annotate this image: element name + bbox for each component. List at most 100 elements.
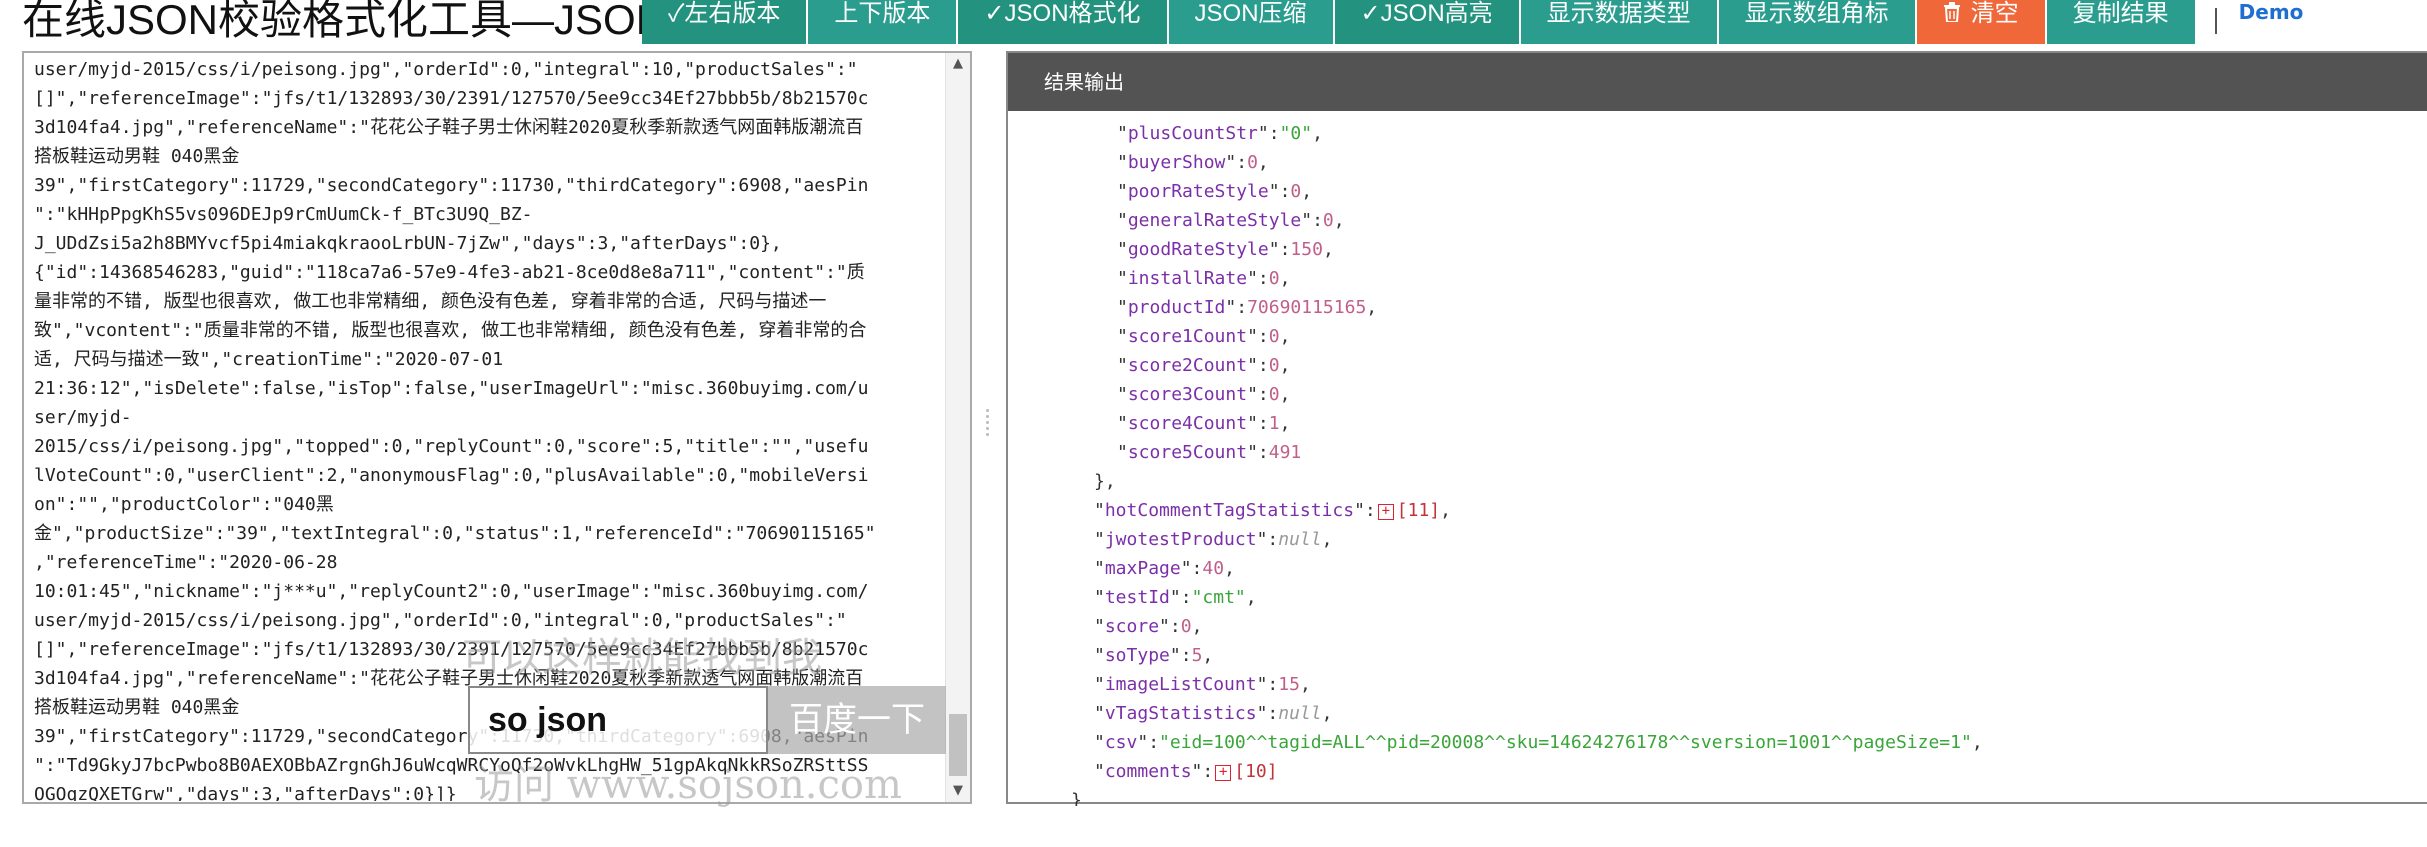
demo-link[interactable]: Demo xyxy=(2239,0,2304,44)
plus-square-icon[interactable]: + xyxy=(1377,504,1394,520)
json-key: score1Count xyxy=(1127,326,1248,347)
json-colon: ": xyxy=(1159,616,1181,637)
json-comma: , xyxy=(1279,326,1291,347)
input-line: ser/myjd- xyxy=(34,407,132,428)
json-value: 40 xyxy=(1202,558,1225,579)
json-colon: ": xyxy=(1180,558,1203,579)
input-line: 2015/css/i/peisong.jpg","topped":0,"repl… xyxy=(34,436,869,457)
json-comma: , xyxy=(1257,152,1269,173)
json-key: score4Count xyxy=(1127,413,1248,434)
json-value: 0 xyxy=(1268,326,1280,347)
json-line: "score4Count":1, xyxy=(1117,409,1290,438)
input-line: 适, 尺码与描述一致","creationTime":"2020-07-01 xyxy=(34,349,504,370)
json-line: "soType":5, xyxy=(1094,641,1213,670)
json-highlight-button[interactable]: ✓JSON高亮 xyxy=(1334,0,1521,44)
json-comma: , xyxy=(1202,645,1214,666)
json-comma: , xyxy=(1224,558,1235,579)
json-colon: ": xyxy=(1169,645,1192,666)
json-comma: , xyxy=(1279,268,1291,289)
copy-result-button[interactable]: 复制结果 xyxy=(2046,0,2197,44)
plus-square-icon[interactable]: + xyxy=(1215,765,1232,781)
json-colon: ": xyxy=(1256,674,1279,695)
json-key: generalRateStyle xyxy=(1127,210,1302,231)
json-key: soType xyxy=(1104,645,1170,666)
json-key: csv xyxy=(1104,732,1138,753)
json-key: goodRateStyle xyxy=(1127,239,1269,260)
json-value: "eid=100^^tagid=ALL^^pid=20008^^sku=1462… xyxy=(1159,732,1972,753)
json-line: "score3Count":0, xyxy=(1117,380,1290,409)
toolbar-divider xyxy=(2214,8,2217,34)
json-line: "score2Count":0, xyxy=(1117,351,1290,380)
json-value: 150 xyxy=(1290,239,1323,260)
json-value: [10] xyxy=(1234,761,1278,782)
show-data-type-button[interactable]: 显示数据类型 xyxy=(1520,0,1719,44)
input-line: 10:01:45","nickname":"j***u","replyCount… xyxy=(34,581,869,602)
json-value: "0" xyxy=(1279,123,1313,144)
page-title: 在线JSON校验格式化工具—JSON xyxy=(22,0,667,43)
result-panel: 结果输出 "plusCountStr":"0", "buyerShow":0, "p… xyxy=(1006,51,2427,806)
json-colon: ": xyxy=(1247,355,1269,376)
json-quote: " xyxy=(1094,587,1105,608)
json-colon: ": xyxy=(1247,413,1269,434)
pane-splitter[interactable] xyxy=(984,406,990,446)
json-quote: " xyxy=(1117,355,1128,376)
json-comma: , xyxy=(1971,732,1983,753)
json-quote: " xyxy=(1117,297,1128,318)
watermark-url: 访问 www.sojson.com xyxy=(474,762,902,808)
scroll-down-icon[interactable]: ▼ xyxy=(946,780,970,802)
input-line: lVoteCount":0,"userClient":2,"anonymousF… xyxy=(34,465,869,486)
json-value: 1 xyxy=(1268,413,1280,434)
json-line: "plusCountStr":"0", xyxy=(1117,119,1323,148)
json-colon: ": xyxy=(1268,239,1291,260)
left-right-layout-button[interactable]: ✓左右版本 xyxy=(642,0,809,44)
json-line: } xyxy=(1071,786,1082,806)
json-comma: , xyxy=(1279,384,1291,405)
scroll-up-icon[interactable]: ▲ xyxy=(946,53,970,75)
top-bottom-layout-button[interactable]: 上下版本 xyxy=(808,0,959,44)
json-quote: " xyxy=(1117,326,1128,347)
json-line: "comments": + [10] xyxy=(1094,757,1278,786)
json-key: jwotestProduct xyxy=(1104,529,1257,550)
json-value: 0 xyxy=(1180,616,1192,637)
json-value: null xyxy=(1278,529,1322,550)
json-compress-button[interactable]: JSON压缩 xyxy=(1168,0,1335,44)
clear-button[interactable]: 清空 xyxy=(1916,0,2047,44)
json-key: buyerShow xyxy=(1127,152,1226,173)
json-brace: } xyxy=(1071,790,1082,806)
trash-icon xyxy=(1943,2,1960,23)
json-line: "jwotestProduct":null, xyxy=(1094,525,1332,554)
json-key: poorRateStyle xyxy=(1127,181,1269,202)
json-quote: " xyxy=(1117,181,1128,202)
json-comma: , xyxy=(1191,616,1203,637)
input-line: 致","vcontent":"质量非常的不错, 版型也很喜欢, 做工也非常精细,… xyxy=(34,320,867,341)
json-format-button[interactable]: ✓JSON格式化 xyxy=(958,0,1169,44)
json-comma: , xyxy=(1321,529,1333,550)
json-quote: " xyxy=(1094,500,1105,521)
json-comma: , xyxy=(1321,703,1333,724)
json-comma: , xyxy=(1299,674,1311,695)
json-brace: }, xyxy=(1094,471,1116,492)
json-colon: ": xyxy=(1257,123,1280,144)
scrollbar-thumb[interactable] xyxy=(949,714,967,776)
show-array-index-button[interactable]: 显示数组角标 xyxy=(1718,0,1917,44)
json-quote: " xyxy=(1094,674,1105,695)
search-ad-box[interactable]: so json xyxy=(468,686,768,754)
json-line: "installRate":0, xyxy=(1117,264,1290,293)
json-colon: ": xyxy=(1247,326,1269,347)
json-key: productId xyxy=(1127,297,1226,318)
json-colon: ": xyxy=(1268,181,1291,202)
json-key: testId xyxy=(1104,587,1170,608)
input-line: J_UDdZsi5a2h8BMYvcf5pi4miakqkraooLrbUN-7… xyxy=(34,233,782,254)
json-key: hotCommentTagStatistics xyxy=(1104,500,1355,521)
input-line: ":"kHHpPpgKhS5vs096DEJp9rCmUumCk-f_BTc3U… xyxy=(34,204,533,225)
json-key: maxPage xyxy=(1104,558,1181,579)
json-value: 0 xyxy=(1268,384,1280,405)
json-colon: ": xyxy=(1354,500,1376,521)
baidu-search-button[interactable]: 百度一下 xyxy=(768,686,946,754)
input-line: {"id":14368546283,"guid":"118ca7a6-57e9-… xyxy=(34,262,865,283)
input-line: 金","productSize":"39","textIntegral":0,"… xyxy=(34,523,876,544)
json-key: imageListCount xyxy=(1104,674,1257,695)
json-key: score2Count xyxy=(1127,355,1248,376)
sojson-brand: so json xyxy=(488,701,608,739)
input-scrollbar[interactable]: ▲ ▼ xyxy=(945,53,970,802)
